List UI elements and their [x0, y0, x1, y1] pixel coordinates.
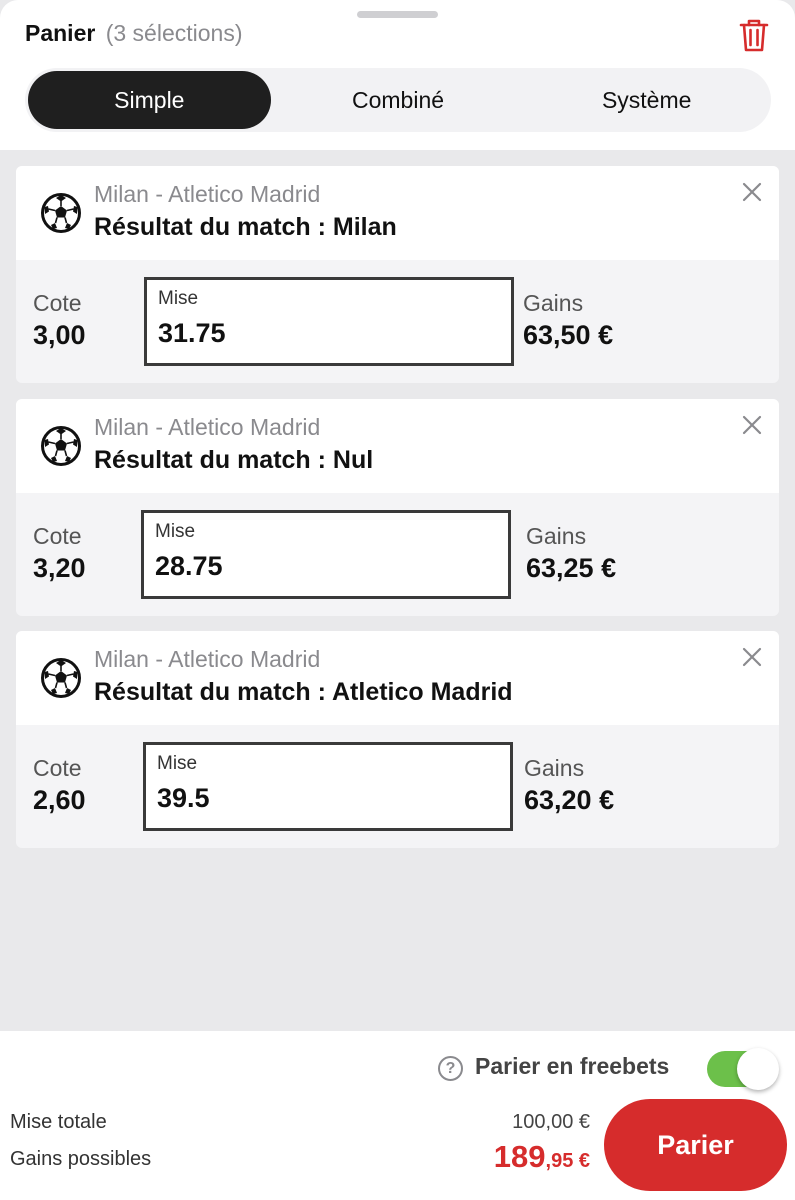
soccer-ball-icon	[41, 658, 81, 698]
bet-slip-header: Panier (3 sélections) Simple Combiné Sys…	[0, 0, 795, 150]
bet-card: Milan - Atletico Madrid Résultat du matc…	[16, 399, 779, 616]
bet-selection: Résultat du match : Milan	[94, 213, 397, 241]
gains-value: 63,50 €	[523, 320, 614, 350]
drag-handle[interactable]	[357, 11, 438, 18]
match-name: Milan - Atletico Madrid	[94, 181, 321, 207]
bet-card: Milan - Atletico Madrid Résultat du matc…	[16, 631, 779, 848]
bet-type-tabs: Simple Combiné Système	[25, 68, 771, 132]
odds-value: 2,60	[33, 785, 86, 815]
close-icon[interactable]	[740, 180, 764, 204]
selection-count: (3 sélections)	[105, 20, 243, 46]
tab-systeme[interactable]: Système	[525, 71, 768, 129]
possible-gains-value: 189,95 €	[494, 1139, 590, 1175]
match-name: Milan - Atletico Madrid	[94, 646, 321, 672]
gains-value: 63,25 €	[526, 553, 617, 583]
total-stake-label: Mise totale	[10, 1111, 107, 1133]
bet-card-header: Milan - Atletico Madrid Résultat du matc…	[16, 166, 779, 260]
tab-combine[interactable]: Combiné	[277, 71, 520, 129]
bet-card: Milan - Atletico Madrid Résultat du matc…	[16, 166, 779, 383]
close-icon[interactable]	[740, 645, 764, 669]
stake-input[interactable]: 31.75	[158, 318, 498, 349]
tab-simple[interactable]: Simple	[28, 71, 271, 129]
page-title: Panier (3 sélections)	[25, 20, 243, 47]
toggle-knob	[737, 1048, 779, 1090]
place-bet-button[interactable]: Parier	[604, 1099, 787, 1191]
stake-input[interactable]: 39.5	[157, 783, 497, 814]
total-stake-value: 100,00 €	[512, 1111, 590, 1133]
bet-card-header: Milan - Atletico Madrid Résultat du matc…	[16, 399, 779, 493]
freebets-label: Parier en freebets	[475, 1053, 670, 1079]
cart-title: Panier	[25, 20, 96, 46]
stake-field[interactable]: Mise 39.5	[143, 742, 513, 831]
stake-label: Mise	[158, 288, 199, 309]
freebets-toggle[interactable]	[707, 1048, 779, 1090]
question-icon[interactable]: ?	[438, 1056, 463, 1081]
match-name: Milan - Atletico Madrid	[94, 414, 321, 440]
stake-input[interactable]: 28.75	[155, 551, 495, 582]
possible-gains-label: Gains possibles	[10, 1148, 152, 1170]
gains-label: Gains	[526, 523, 587, 549]
soccer-ball-icon	[41, 426, 81, 466]
close-icon[interactable]	[740, 413, 764, 437]
possible-gains-decimal: ,95 €	[545, 1150, 590, 1172]
odds-value: 3,20	[33, 553, 86, 583]
odds-value: 3,00	[33, 320, 86, 350]
soccer-ball-icon	[41, 193, 81, 233]
stake-field[interactable]: Mise 31.75	[144, 277, 514, 366]
bet-slip-sheet: Panier (3 sélections) Simple Combiné Sys…	[0, 0, 795, 1200]
gains-value: 63,20 €	[524, 785, 615, 815]
bet-selection: Résultat du match : Nul	[94, 446, 374, 474]
odds-label: Cote	[33, 755, 82, 781]
gains-label: Gains	[523, 290, 584, 316]
gains-label: Gains	[524, 755, 585, 781]
bet-card-header: Milan - Atletico Madrid Résultat du matc…	[16, 631, 779, 725]
possible-gains-integer: 189	[493, 1139, 546, 1174]
odds-label: Cote	[33, 290, 82, 316]
stake-label: Mise	[155, 521, 196, 542]
bet-selection: Résultat du match : Atletico Madrid	[94, 678, 513, 706]
stake-field[interactable]: Mise 28.75	[141, 510, 511, 599]
odds-label: Cote	[33, 523, 82, 549]
stake-label: Mise	[157, 753, 198, 774]
bet-slip-footer: ? Parier en freebets Mise totale Gains p…	[0, 1031, 795, 1200]
trash-icon[interactable]	[738, 17, 770, 53]
